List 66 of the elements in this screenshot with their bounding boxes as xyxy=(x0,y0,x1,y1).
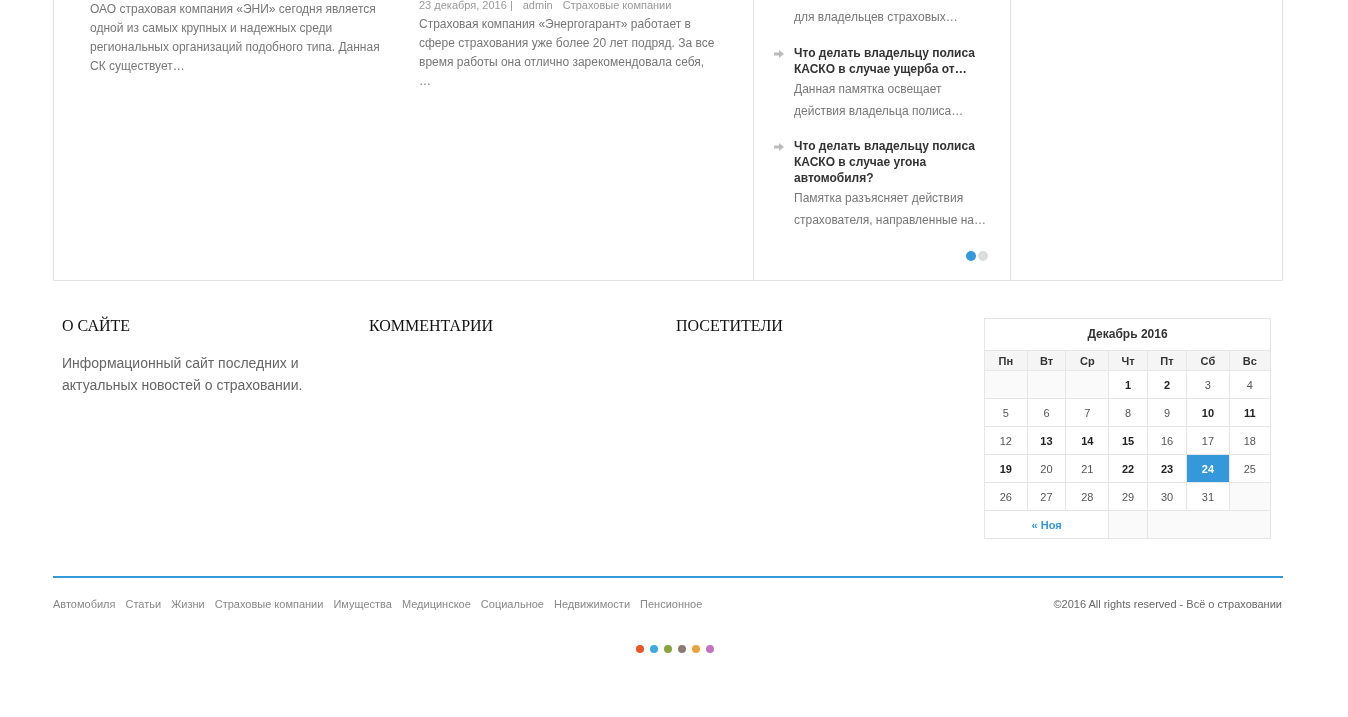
article-excerpt: Страховая компания «Энергогарант» работает в сфере страхования уже более 20 лет подряд. За все время работы она отлично зарекомендовала себя, … xyxy=(419,16,715,90)
widget-heading: О САЙТЕ xyxy=(62,317,131,335)
prev-month-link[interactable]: « Ноя xyxy=(1031,518,1062,531)
calendar-day: 30 xyxy=(1147,482,1187,511)
weekday-header: Вт xyxy=(1027,350,1066,371)
calendar-day: 6 xyxy=(1027,398,1066,427)
memo-excerpt: Памятка разъясняет действия страхователя, направленные на… xyxy=(794,190,987,229)
calendar-day[interactable]: 15 xyxy=(1108,426,1148,455)
weekday-header: Вс xyxy=(1229,350,1271,371)
calendar-day[interactable]: 22 xyxy=(1108,454,1148,483)
weekday-header: Сб xyxy=(1186,350,1230,371)
memo-excerpt: для владельцев страховых… xyxy=(793,9,959,26)
arrow-icon xyxy=(774,143,784,151)
calendar-day[interactable]: 19 xyxy=(984,454,1028,483)
memo-title-link[interactable]: Что делать владельцу полиса КАСКО в случае ущерба от… xyxy=(794,45,988,77)
weekday-header: Ср xyxy=(1065,350,1109,371)
post-date: 23 декабря, 2016 | xyxy=(419,0,513,11)
calendar-day: 18 xyxy=(1229,426,1271,455)
calendar-day: 8 xyxy=(1108,398,1148,427)
widget-heading: ПОСЕТИТЕЛИ xyxy=(676,317,783,335)
calendar-day[interactable]: 23 xyxy=(1147,454,1187,483)
calendar-day: 31 xyxy=(1186,482,1230,511)
calendar-day[interactable]: 2 xyxy=(1147,370,1187,399)
article-excerpt: ОАО страховая компания «ЭНИ» сегодня является одной из самых крупных и надежных среди региональных организаций подобного типа. Данная СК существует… xyxy=(90,1,381,75)
footer-link[interactable]: Медицинское xyxy=(401,598,471,610)
calendar-day: 26 xyxy=(984,482,1028,511)
weekday-header: Чт xyxy=(1108,350,1148,371)
slider-dot[interactable] xyxy=(978,251,988,261)
about-text: Информационный сайт последних и актуальных новостей о страховании. xyxy=(62,354,304,395)
calendar-day[interactable]: 13 xyxy=(1027,426,1066,455)
weekday-header: Пт xyxy=(1147,350,1187,371)
calendar-day: 7 xyxy=(1065,398,1109,427)
calendar-day[interactable]: 14 xyxy=(1065,426,1109,455)
calendar-day: 17 xyxy=(1186,426,1230,455)
author-link[interactable]: admin xyxy=(522,0,553,11)
calendar-day: 20 xyxy=(1027,454,1066,483)
footer-link[interactable]: Страховые компании xyxy=(214,598,324,610)
footer-link[interactable]: Жизни xyxy=(171,598,205,610)
calendar-day: 25 xyxy=(1229,454,1271,483)
memo-excerpt: Данная памятка освещает действия владельца полиса… xyxy=(794,81,965,120)
slider-dot[interactable] xyxy=(966,251,976,261)
calendar-day: 12 xyxy=(984,426,1028,455)
calendar-day[interactable]: 10 xyxy=(1186,398,1230,427)
calendar-day: 27 xyxy=(1027,482,1066,511)
weekday-header: Пн xyxy=(984,350,1028,371)
calendar-day: 9 xyxy=(1147,398,1187,427)
calendar-day[interactable]: 11 xyxy=(1229,398,1271,427)
calendar-day: 5 xyxy=(984,398,1028,427)
category-link[interactable]: Страховые компании xyxy=(562,0,672,11)
footer-link[interactable]: Автомобиля xyxy=(53,598,116,610)
calendar-day: 28 xyxy=(1065,482,1109,511)
footer-link[interactable]: Имущества xyxy=(333,598,392,610)
arrow-icon xyxy=(774,50,784,58)
footer-link[interactable]: Недвижимости xyxy=(553,598,631,610)
calendar-day: 4 xyxy=(1229,370,1271,399)
calendar-day: 21 xyxy=(1065,454,1109,483)
memo-title-link[interactable]: Что делать владельцу полиса КАСКО в случае угона автомобиля? xyxy=(794,138,988,186)
widget-heading: КОММЕНТАРИИ xyxy=(369,317,494,335)
footer-link[interactable]: Статьи xyxy=(125,598,162,610)
copyright-text: ©2016 All rights reserved - Всё о страховании xyxy=(1053,598,1283,610)
footer-link[interactable]: Социальное xyxy=(480,598,544,610)
calendar-day: 3 xyxy=(1186,370,1230,399)
calendar-day: 16 xyxy=(1147,426,1187,455)
calendar-day[interactable]: 1 xyxy=(1108,370,1148,399)
footer-link[interactable]: Пенсионное xyxy=(640,598,703,610)
calendar-day: 29 xyxy=(1108,482,1148,511)
